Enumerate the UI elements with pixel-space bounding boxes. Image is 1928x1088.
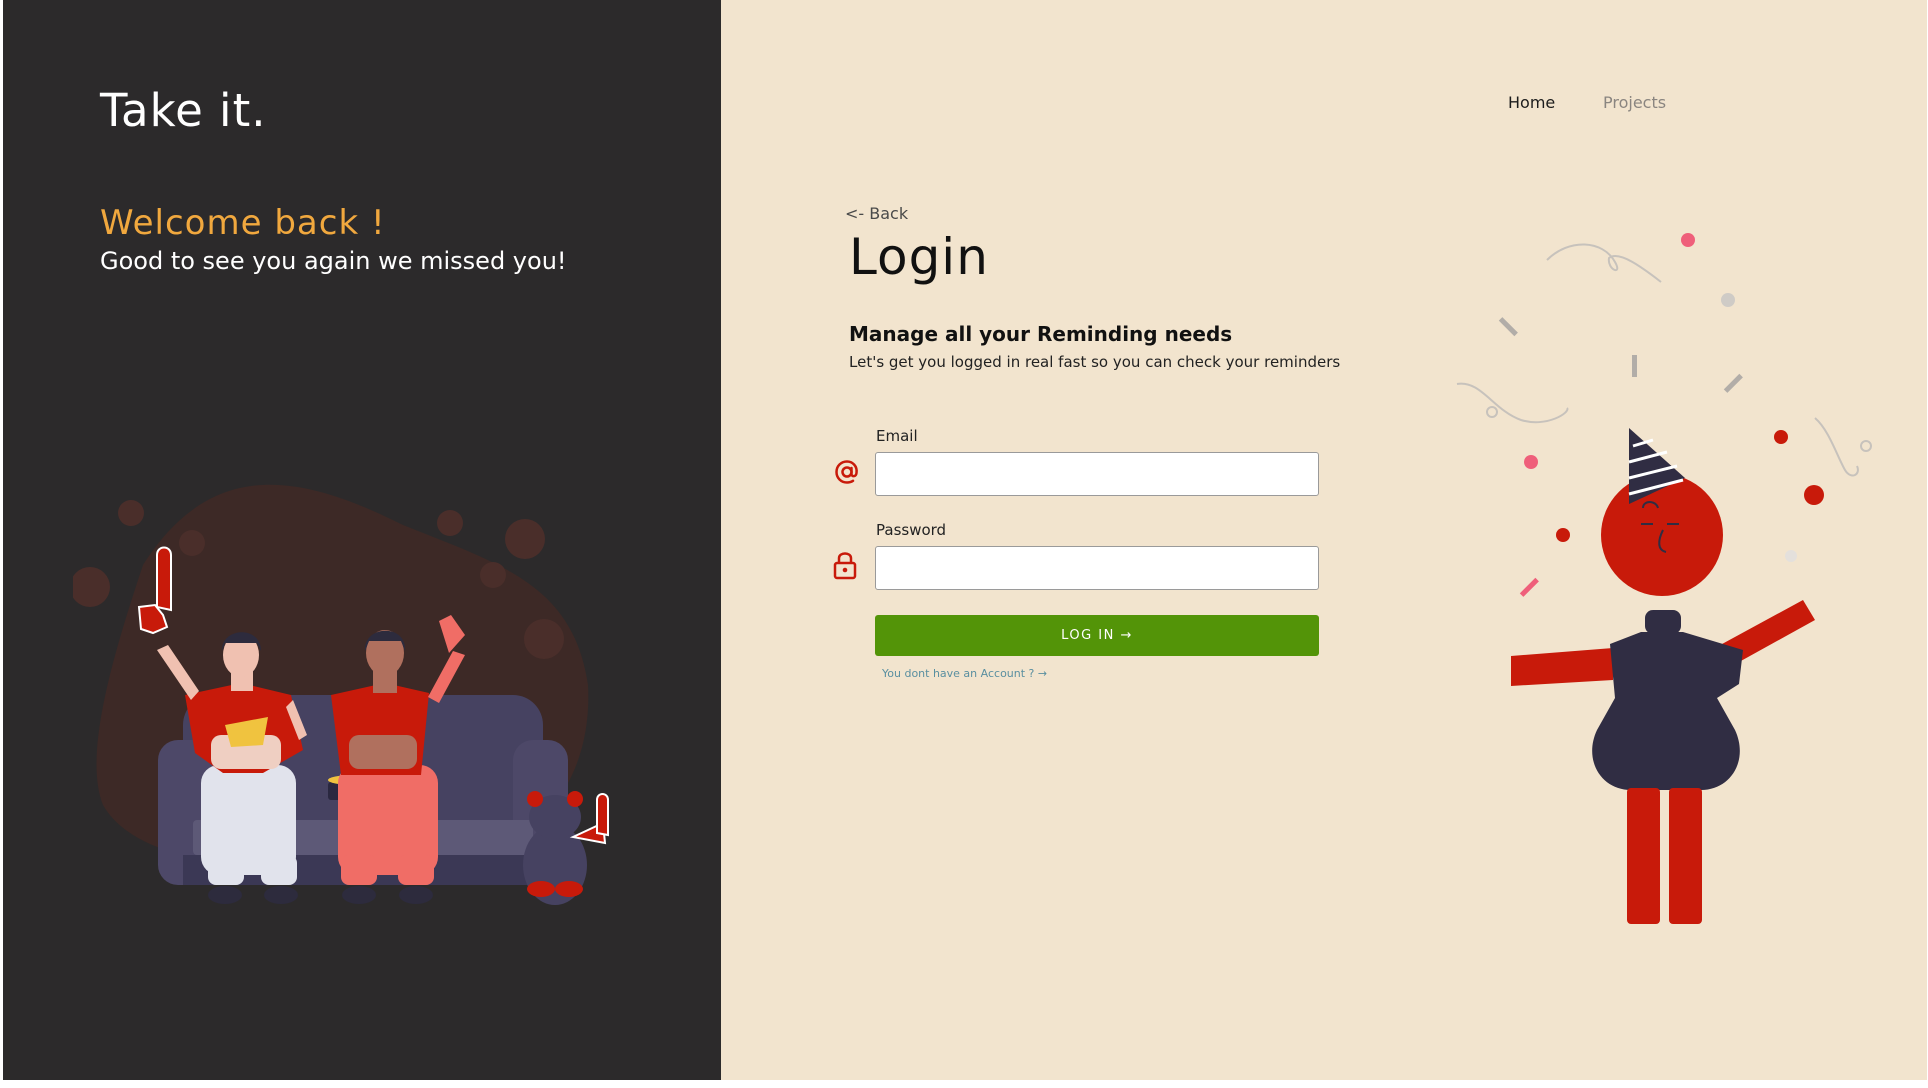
left-panel: Take it. Welcome back ! Good to see you … — [3, 0, 721, 1080]
fans-on-couch-illustration — [73, 484, 609, 905]
right-panel: Home Projects <- Back Login Manage all y… — [721, 0, 1927, 1080]
party-character-illustration — [1456, 233, 1872, 924]
welcome-title: Welcome back ! — [100, 203, 386, 243]
brand-logo: Take it. — [100, 84, 267, 137]
welcome-subtitle: Good to see you again we missed you! — [100, 247, 567, 275]
